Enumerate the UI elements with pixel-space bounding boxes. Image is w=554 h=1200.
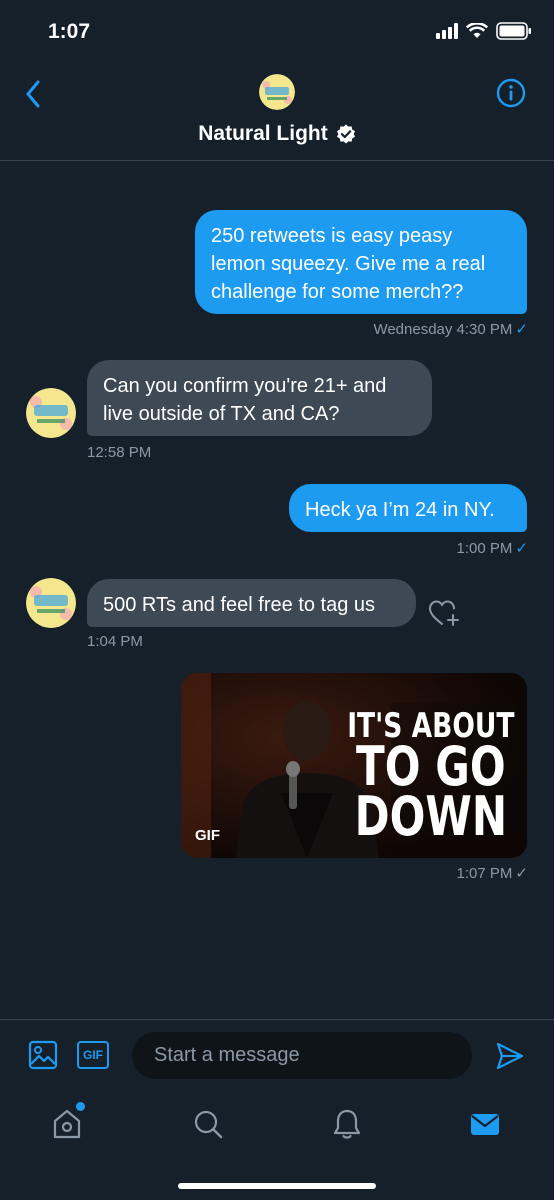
message-line: challenge for some merch?? (211, 281, 464, 303)
sent-check-icon: ✓ (515, 865, 528, 882)
gif-message[interactable]: IT'S ABOUT TO GO DOWN GIF (181, 673, 527, 858)
timestamp-text: 1:07 PM (456, 865, 513, 882)
gif-badge: GIF (195, 827, 220, 844)
send-icon (496, 1042, 524, 1070)
home-indicator (178, 1183, 376, 1189)
message-line: 250 retweets is easy peasy (211, 225, 453, 247)
tab-search[interactable] (188, 1104, 228, 1144)
message-timestamp: 12:58 PM (87, 444, 151, 461)
natural-light-logo-icon (26, 578, 76, 628)
notification-dot (76, 1102, 85, 1111)
sent-check-icon: ✓ (515, 321, 528, 338)
page-title: Natural Light (198, 122, 328, 145)
message-composer: GIF Start a message (0, 1019, 554, 1092)
search-icon (194, 1110, 223, 1139)
send-button[interactable] (495, 1041, 525, 1076)
message-line: lemon squeezy. Give me a real (211, 253, 486, 275)
info-button[interactable] (496, 78, 526, 108)
message-bubble-outgoing[interactable]: Heck ya I’m 24 in NY. (289, 484, 527, 532)
message-line: 500 RTs and feel free to tag us (103, 594, 376, 616)
timestamp-text: 1:04 PM (87, 633, 143, 650)
timestamp-text: Wednesday 4:30 PM (373, 321, 513, 338)
chevron-left-icon (26, 80, 40, 108)
status-bar: 1:07 (0, 0, 554, 64)
message-line: live outside of TX and CA? (103, 403, 340, 425)
cellular-signal-icon (436, 23, 458, 39)
sent-check-icon: ✓ (515, 540, 528, 557)
home-icon (53, 1109, 81, 1139)
message-bubble-incoming[interactable]: Can you confirm you're 21+ and live outs… (87, 360, 432, 436)
header-avatar[interactable] (259, 74, 295, 110)
status-icons (436, 22, 532, 40)
info-icon (496, 78, 526, 108)
message-line: Heck ya I’m 24 in NY. (305, 499, 495, 521)
bell-icon (333, 1109, 361, 1139)
message-bubble-outgoing[interactable]: 250 retweets is easy peasy lemon squeezy… (195, 210, 527, 314)
natural-light-logo-icon (26, 388, 76, 438)
message-timestamp: 1:07 PM ✓ (457, 864, 528, 882)
message-timestamp: 1:04 PM (87, 633, 143, 650)
message-input[interactable]: Start a message (132, 1032, 472, 1079)
conversation-title: Natural Light (0, 122, 554, 146)
gif-button[interactable]: GIF (77, 1041, 109, 1069)
conversation-header: Natural Light (0, 64, 554, 161)
sender-avatar[interactable] (26, 388, 76, 438)
message-timestamp: 1:00 PM ✓ (457, 539, 528, 557)
gif-caption: IT'S ABOUT TO GO DOWN (348, 709, 515, 848)
timestamp-text: 12:58 PM (87, 444, 152, 461)
timestamp-text: 1:00 PM (456, 540, 513, 557)
gif-caption-line: DOWN (355, 784, 508, 848)
wifi-icon (466, 23, 488, 38)
image-icon (28, 1040, 58, 1070)
message-bubble-incoming[interactable]: 500 RTs and feel free to tag us (87, 579, 416, 627)
battery-icon (496, 22, 531, 40)
tab-notifications[interactable] (327, 1104, 367, 1144)
heart-plus-icon (428, 600, 459, 626)
tab-messages[interactable] (465, 1104, 505, 1144)
natural-light-logo-icon (259, 74, 295, 110)
verified-badge-icon (336, 124, 355, 144)
message-line: Can you confirm you're 21+ and (103, 375, 387, 397)
mail-icon (471, 1114, 499, 1135)
message-timestamp: Wednesday 4:30 PM ✓ (373, 320, 528, 338)
status-time: 1:07 (48, 20, 91, 43)
back-button[interactable] (18, 78, 48, 110)
react-button[interactable] (428, 598, 460, 633)
add-photo-button[interactable] (28, 1040, 58, 1075)
sender-avatar[interactable] (26, 578, 76, 628)
